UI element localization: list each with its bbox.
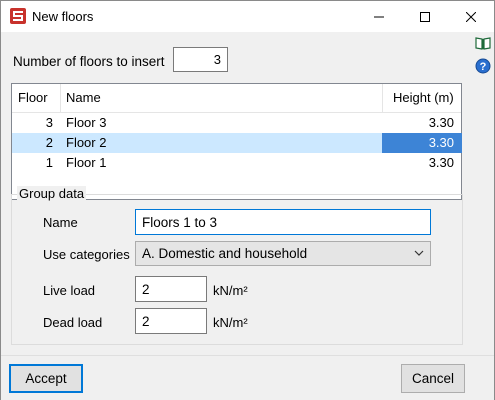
live-load-input[interactable] xyxy=(135,276,207,302)
column-divider xyxy=(382,84,383,112)
use-categories-select[interactable]: A. Domestic and household xyxy=(135,241,431,266)
cell-floor: 2 xyxy=(45,135,53,150)
accept-button[interactable]: Accept xyxy=(9,364,83,393)
maximize-button[interactable] xyxy=(402,1,448,32)
dead-load-unit: kN/m² xyxy=(213,315,248,330)
cell-name: Floor 2 xyxy=(66,135,107,150)
close-button[interactable] xyxy=(448,1,494,32)
title-bar: New floors xyxy=(1,1,494,32)
use-categories-value: A. Domestic and household xyxy=(142,246,308,261)
close-icon xyxy=(466,11,476,22)
cell-height[interactable]: 3.30 xyxy=(382,113,462,133)
floors-count-input[interactable] xyxy=(173,47,228,72)
table-row[interactable]: 1 Floor 1 3.30 xyxy=(12,153,461,173)
live-load-unit: kN/m² xyxy=(213,283,248,298)
column-header-floor[interactable]: Floor xyxy=(18,84,48,112)
cell-floor: 1 xyxy=(45,155,53,170)
help-book-icon[interactable] xyxy=(475,35,491,51)
dead-load-label: Dead load xyxy=(43,315,103,330)
cell-floor: 3 xyxy=(45,115,53,130)
live-load-label: Live load xyxy=(43,283,96,298)
column-divider xyxy=(60,84,61,112)
minimize-button[interactable] xyxy=(356,1,402,32)
dialog-content: ? Number of floors to insert Floor Name … xyxy=(1,32,494,400)
column-header-height[interactable]: Height (m) xyxy=(393,84,454,112)
cancel-button[interactable]: Cancel xyxy=(401,364,465,393)
chevron-down-icon xyxy=(414,250,424,256)
cell-name: Floor 1 xyxy=(66,155,107,170)
cell-height[interactable]: 3.30 xyxy=(382,153,462,173)
dead-load-input[interactable] xyxy=(135,308,207,334)
table-row[interactable]: 3 Floor 3 3.30 xyxy=(12,113,461,133)
minimize-icon xyxy=(374,16,384,17)
table-row-selected[interactable]: 2 Floor 2 3.30 xyxy=(12,133,462,153)
use-categories-label: Use categories xyxy=(43,247,130,262)
dialog-footer: Accept Cancel xyxy=(1,355,494,400)
maximize-icon xyxy=(420,11,430,22)
group-name-input[interactable] xyxy=(135,209,431,235)
cell-height[interactable]: 3.30 xyxy=(382,133,462,153)
window-title: New floors xyxy=(32,9,94,24)
table-header: Floor Name Height (m) xyxy=(12,84,461,113)
group-name-label: Name xyxy=(43,215,78,230)
svg-text:?: ? xyxy=(480,61,487,73)
help-question-icon[interactable]: ? xyxy=(475,58,491,74)
column-header-name[interactable]: Name xyxy=(66,84,101,112)
floors-table[interactable]: Floor Name Height (m) 3 Floor 3 3.30 2 F… xyxy=(11,83,462,200)
cell-name: Floor 3 xyxy=(66,115,107,130)
group-data-legend: Group data xyxy=(17,186,87,201)
floors-count-label: Number of floors to insert xyxy=(13,54,165,69)
app-logo-icon xyxy=(10,8,26,24)
dialog-window: New floors ? Number of floors to insert xyxy=(0,0,495,400)
